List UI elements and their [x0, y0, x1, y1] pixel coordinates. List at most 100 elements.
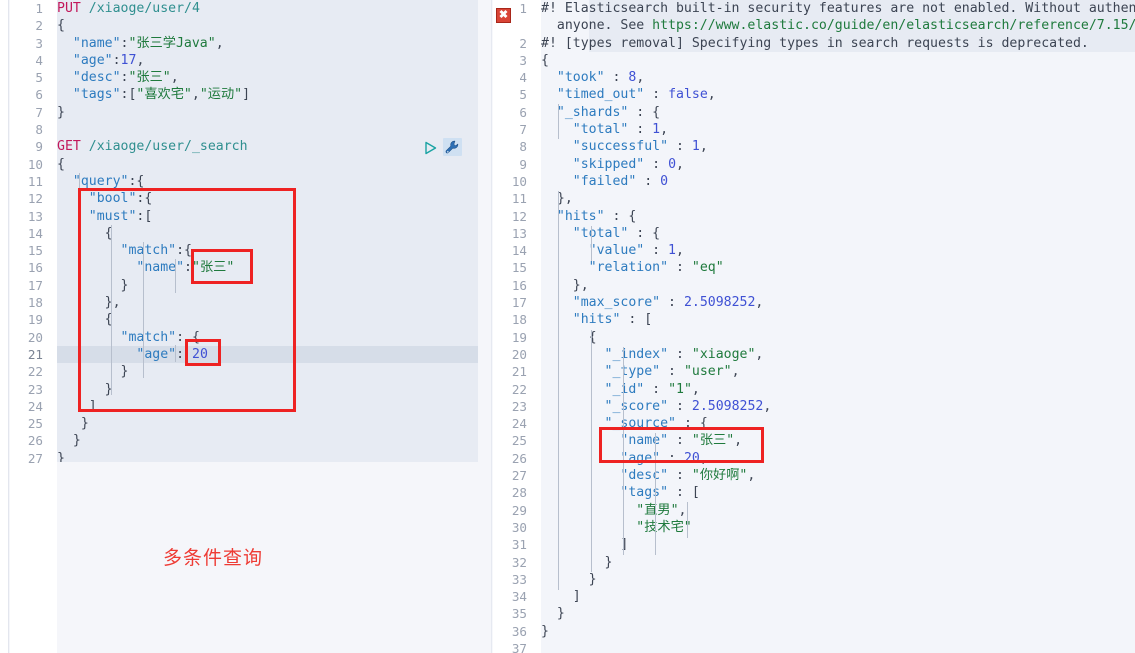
- code-line[interactable]: ]: [541, 588, 1135, 605]
- line-number: 13▾: [493, 225, 549, 242]
- code-line[interactable]: "直男",: [541, 502, 1135, 519]
- code-line[interactable]: GET /xiaoge/user/_search: [57, 138, 478, 155]
- code-token: "name": [620, 433, 669, 449]
- code-line[interactable]: "name" : "张三",: [541, 432, 1135, 449]
- code-line[interactable]: "failed" : 0: [541, 173, 1135, 190]
- code-line[interactable]: }: [541, 623, 1135, 640]
- code-line[interactable]: "total" : {: [541, 225, 1135, 242]
- code-token: false: [668, 87, 708, 103]
- code-line[interactable]: "desc" : "你好啊",: [541, 467, 1135, 484]
- code-line[interactable]: {: [541, 329, 1135, 346]
- code-line[interactable]: {: [57, 17, 478, 34]
- code-line[interactable]: ]: [541, 536, 1135, 553]
- line-number: 8: [35, 122, 43, 138]
- code-token: "took": [556, 70, 605, 86]
- code-line[interactable]: }: [57, 381, 478, 398]
- code-line[interactable]: "age" : 20,: [541, 450, 1135, 467]
- code-line[interactable]: "timed_out" : false,: [541, 86, 1135, 103]
- code-line[interactable]: }: [541, 605, 1135, 622]
- indent-guide: [111, 225, 112, 395]
- code-token: :: [668, 346, 692, 362]
- response-error-marker-icon[interactable]: ✖: [496, 8, 511, 23]
- code-line[interactable]: "must":[: [57, 208, 478, 225]
- code-line[interactable]: }: [541, 571, 1135, 588]
- code-line[interactable]: }: [57, 363, 478, 380]
- wrench-icon[interactable]: [443, 138, 462, 156]
- code-line[interactable]: ]: [57, 398, 478, 415]
- code-token: }: [57, 450, 65, 462]
- code-line[interactable]: "hits" : [: [541, 311, 1135, 328]
- code-token: :: [668, 260, 692, 276]
- request-gutter[interactable]: 12▾34567▴8910▾11▾12▾13▾14▾15▾1617▴18▴19▾…: [10, 0, 65, 653]
- request-actions[interactable]: [424, 138, 462, 156]
- code-token: ,: [707, 87, 716, 103]
- code-line[interactable]: "tags" : [: [541, 484, 1135, 501]
- code-line[interactable]: "_index" : "xiaoge",: [541, 346, 1135, 363]
- code-line[interactable]: [57, 121, 478, 138]
- code-token: {: [57, 156, 65, 172]
- play-triangle-icon[interactable]: [424, 140, 437, 155]
- code-line[interactable]: #! Elasticsearch built-in security featu…: [541, 0, 1135, 17]
- code-token: 20: [683, 450, 700, 466]
- code-line[interactable]: "skipped" : 0,: [541, 156, 1135, 173]
- code-line[interactable]: "tags":["喜欢宅","运动"]: [57, 86, 478, 103]
- code-line[interactable]: },: [57, 294, 478, 311]
- indent-guide: [687, 502, 688, 538]
- annotation-caption: 多条件查询: [163, 547, 264, 569]
- code-line[interactable]: "age":17,: [57, 52, 478, 69]
- code-line[interactable]: #! [types removal] Specifying types in s…: [541, 35, 1135, 52]
- code-line[interactable]: }: [57, 277, 478, 294]
- code-token: ,: [215, 35, 224, 51]
- code-line[interactable]: },: [541, 190, 1135, 207]
- code-line[interactable]: "_id" : "1",: [541, 381, 1135, 398]
- code-line[interactable]: "hits" : {: [541, 208, 1135, 225]
- code-line[interactable]: "max_score" : 2.5098252,: [541, 294, 1135, 311]
- code-line[interactable]: "relation" : "eq": [541, 259, 1135, 276]
- indent-guide: [655, 433, 656, 555]
- code-line[interactable]: "match": {: [57, 329, 478, 346]
- code-line[interactable]: {: [541, 52, 1135, 69]
- code-line[interactable]: "query":{: [57, 173, 478, 190]
- code-line[interactable]: }: [57, 450, 478, 462]
- code-line[interactable]: }: [57, 104, 478, 121]
- code-line[interactable]: "total" : 1,: [541, 121, 1135, 138]
- code-line[interactable]: "successful" : 1,: [541, 138, 1135, 155]
- line-number: 10: [511, 173, 527, 189]
- code-line[interactable]: "_type" : "user",: [541, 363, 1135, 380]
- code-line[interactable]: "took" : 8,: [541, 69, 1135, 86]
- line-number: 11▴: [493, 190, 549, 207]
- code-line[interactable]: "_source" : {: [541, 415, 1135, 432]
- code-line[interactable]: {: [57, 311, 478, 328]
- response-code-area[interactable]: #! Elasticsearch built-in security featu…: [541, 0, 1135, 653]
- code-line[interactable]: anyone. See https://www.elastic.co/guide…: [541, 17, 1135, 34]
- code-line[interactable]: "value" : 1,: [541, 242, 1135, 259]
- code-line[interactable]: "name":"张三学Java",: [57, 35, 478, 52]
- pane-splitter[interactable]: [478, 0, 967, 653]
- code-line[interactable]: "name":"张三": [57, 259, 478, 276]
- code-line[interactable]: "bool":{: [57, 190, 478, 207]
- code-token: {: [57, 312, 113, 328]
- code-line[interactable]: {: [57, 156, 478, 173]
- code-line[interactable]: {: [57, 225, 478, 242]
- code-token: :: [184, 260, 192, 276]
- code-line[interactable]: PUT /xiaoge/user/4: [57, 0, 478, 17]
- code-line[interactable]: }: [57, 415, 478, 432]
- code-token: ,: [170, 70, 179, 86]
- code-line[interactable]: }: [541, 554, 1135, 571]
- code-line[interactable]: },: [541, 277, 1135, 294]
- code-line[interactable]: "技术宅": [541, 519, 1135, 536]
- response-pane[interactable]: 123▾456▾7891011▴12▾13▾141516▴1718▾19▾202…: [493, 0, 1135, 653]
- code-token: "value": [588, 243, 645, 259]
- code-line[interactable]: "_score" : 2.5098252,: [541, 398, 1135, 415]
- code-line[interactable]: }: [57, 432, 478, 449]
- code-line[interactable]: "age": 20: [57, 345, 478, 364]
- code-line[interactable]: "match":{: [57, 242, 478, 259]
- line-number: 3: [35, 35, 43, 51]
- code-line[interactable]: [541, 640, 1135, 653]
- code-token: },: [541, 277, 589, 293]
- code-line[interactable]: "_shards" : {: [541, 104, 1135, 121]
- code-line[interactable]: "desc":"张三",: [57, 69, 478, 86]
- request-code-area[interactable]: PUT /xiaoge/user/4{ "name":"张三学Java", "a…: [57, 0, 478, 462]
